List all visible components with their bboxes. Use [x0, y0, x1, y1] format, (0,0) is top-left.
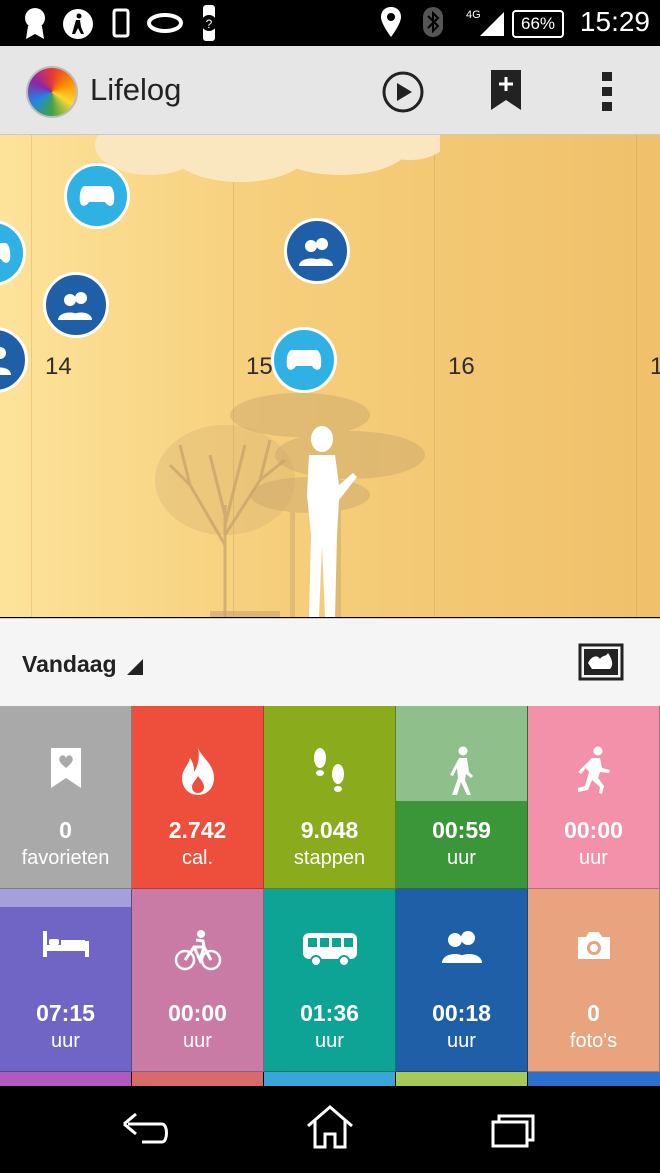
stat-tile-running[interactable]: 00:00 uur — [528, 706, 660, 889]
app-title: Lifelog — [90, 72, 182, 107]
tile-value: 07:15 — [36, 1000, 95, 1026]
tile-unit: uur — [51, 1030, 80, 1052]
tile-value: 0 — [587, 1000, 600, 1026]
lifelog-logo — [26, 66, 78, 118]
tile-value: 01:36 — [300, 1000, 359, 1026]
tile-unit: favorieten — [21, 847, 110, 869]
camera-icon — [528, 929, 659, 981]
stat-tile-flame[interactable]: 2.742 cal. — [132, 706, 264, 889]
stat-tile-people[interactable]: 00:18 uur — [396, 889, 528, 1072]
stat-tile-bed[interactable]: 07:15 uur — [0, 889, 132, 1072]
tile-unit: uur — [447, 1030, 476, 1052]
grid-line — [636, 135, 637, 617]
app-bar: Lifelog — [0, 46, 660, 135]
hour-label: 1 — [650, 353, 660, 380]
back-icon[interactable] — [122, 1110, 170, 1146]
people-icon — [396, 929, 527, 981]
battery-indicator: 66% — [512, 10, 564, 38]
bookmark-heart-icon — [0, 746, 131, 798]
gamepad-icon — [0, 243, 11, 263]
gamepad-icon — [286, 350, 322, 370]
walking-icon — [63, 9, 93, 39]
progress-fill — [0, 889, 131, 907]
tile-value: 2.742 — [168, 817, 227, 843]
person-silhouette — [307, 426, 357, 617]
day-label: Vandaag — [22, 651, 117, 677]
home-icon[interactable] — [305, 1104, 355, 1150]
recent-apps-icon[interactable] — [490, 1112, 536, 1148]
tile-peek — [0, 1072, 131, 1086]
status-bar: ? 4G 66% 15:29 — [0, 0, 660, 46]
hour-label: 15 — [246, 353, 273, 380]
bed-icon — [0, 929, 131, 981]
bookmark-add-icon[interactable] — [489, 68, 523, 112]
tile-peek — [528, 1072, 660, 1086]
stat-tile-camera[interactable]: 0 foto's — [528, 889, 660, 1072]
clock: 15:29 — [579, 6, 650, 37]
stat-tile-bookmark-heart[interactable]: 0 favorieten — [0, 706, 132, 889]
social-activity-bubble[interactable] — [43, 272, 109, 338]
game-activity-bubble[interactable] — [0, 220, 26, 286]
tile-value: 9.048 — [300, 817, 359, 843]
walking-icon — [396, 746, 527, 798]
social-activity-bubble[interactable] — [0, 327, 28, 393]
timeline[interactable]: 14 15 16 1 — [0, 135, 660, 617]
svg-text:4G: 4G — [466, 9, 481, 21]
phone-icon — [112, 8, 130, 38]
award-icon — [25, 8, 45, 39]
people-icon — [58, 292, 92, 320]
gamepad-icon — [79, 186, 115, 206]
hour-label: 16 — [448, 353, 475, 380]
tile-value: 00:00 — [564, 817, 623, 843]
tile-unit: foto's — [569, 1030, 618, 1052]
signal-icon: 4G — [466, 9, 504, 36]
smartband-icon — [147, 13, 183, 33]
grid-line — [31, 135, 32, 617]
bicycle-icon — [132, 929, 263, 981]
tile-unit: uur — [183, 1030, 212, 1052]
map-icon[interactable] — [578, 643, 624, 681]
navigation-bar — [0, 1086, 660, 1173]
footsteps-icon — [264, 746, 395, 798]
svg-text:?: ? — [206, 17, 213, 31]
bluetooth-icon — [423, 7, 443, 37]
tile-value: 00:00 — [168, 1000, 227, 1026]
tile-unit: uur — [315, 1030, 344, 1052]
stat-tile-bicycle[interactable]: 00:00 uur — [132, 889, 264, 1072]
day-selector[interactable]: Vandaag — [22, 651, 143, 678]
tiles-row-peek — [0, 1072, 660, 1086]
social-activity-bubble[interactable] — [284, 218, 350, 284]
tile-peek — [396, 1072, 527, 1086]
tile-unit: cal. — [181, 847, 214, 869]
tile-peek — [264, 1072, 395, 1086]
tile-value: 00:59 — [432, 817, 491, 843]
running-icon — [528, 746, 659, 798]
day-selector-bar: Vandaag — [0, 618, 660, 708]
dropdown-triangle-icon — [127, 659, 143, 675]
tile-unit: uur — [447, 847, 476, 869]
flame-icon — [132, 746, 263, 798]
overflow-menu-icon[interactable] — [600, 70, 614, 112]
watch-icon: ? — [201, 5, 217, 41]
people-icon — [299, 238, 333, 266]
tile-value: 00:18 — [432, 1000, 491, 1026]
bus-icon — [264, 929, 395, 981]
tile-unit: stappen — [293, 847, 366, 869]
stat-tile-bus[interactable]: 01:36 uur — [264, 889, 396, 1072]
stat-tile-walking[interactable]: 00:59 uur — [396, 706, 528, 889]
game-activity-bubble[interactable] — [64, 163, 130, 229]
people-icon — [0, 347, 11, 375]
location-icon — [381, 7, 401, 37]
tile-unit: uur — [579, 847, 608, 869]
game-activity-bubble[interactable] — [271, 327, 337, 393]
tile-value: 0 — [59, 817, 72, 843]
stat-tile-footsteps[interactable]: 9.048 stappen — [264, 706, 396, 889]
hour-label: 14 — [45, 353, 72, 380]
play-icon[interactable] — [381, 70, 425, 114]
tile-peek — [132, 1072, 263, 1086]
cloud-illustration — [95, 135, 440, 182]
